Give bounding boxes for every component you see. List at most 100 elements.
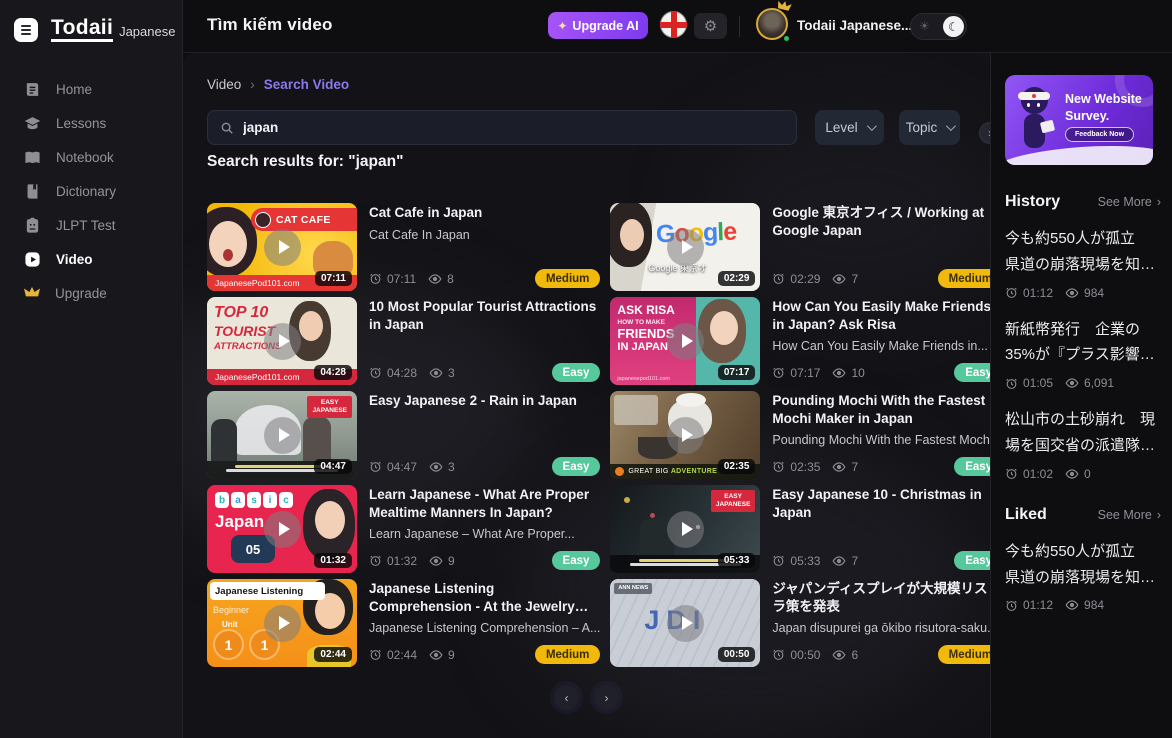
video-views: 9: [448, 554, 455, 568]
video-title[interactable]: How Can You Easily Make Friends in Japan…: [772, 298, 990, 333]
duration-badge: 05:33: [718, 553, 756, 568]
video-title[interactable]: Easy Japanese 10 - Christmas in Japan: [772, 486, 990, 521]
clock-icon: [1005, 467, 1018, 480]
play-button-icon[interactable]: [667, 323, 704, 360]
video-thumbnail[interactable]: EASYJAPANESE 04:47: [207, 391, 357, 479]
video-thumbnail[interactable]: TOP 10 TOURIST ATTRACTIONS JapanesePod10…: [207, 297, 357, 385]
duration-badge: 04:47: [314, 459, 352, 474]
language-flag-button[interactable]: [660, 11, 687, 38]
clock-icon: [1005, 377, 1018, 390]
video-thumbnail[interactable]: GREAT BIG ADVENTURE 02:35: [610, 391, 760, 479]
video-views: 9: [448, 648, 455, 662]
video-thumbnail[interactable]: ANN NEWS JDI 00:50: [610, 579, 760, 667]
thumbnail-text: Japan: [215, 512, 264, 532]
sidebar-item-upgrade[interactable]: Upgrade: [0, 276, 182, 310]
video-title[interactable]: Learn Japanese - What Are Proper Mealtim…: [369, 486, 600, 521]
search-input[interactable]: [243, 120, 784, 135]
play-button-icon[interactable]: [667, 229, 704, 266]
views-eye-icon: [429, 460, 443, 474]
video-card[interactable]: ASK RISA HOW TO MAKE FRIENDS IN JAPAN ja…: [610, 297, 990, 385]
chevron-down-icon: [867, 121, 877, 131]
video-title[interactable]: Pounding Mochi With the Fastest Mochi Ma…: [772, 392, 990, 427]
thumbnail-text: Japanese Listening: [210, 582, 325, 600]
video-card[interactable]: basic Japan 05 01:32 Learn Japanese - Wh…: [207, 485, 600, 573]
play-button-icon[interactable]: [667, 417, 704, 454]
video-views: 6: [851, 648, 858, 662]
sidebar-item-home[interactable]: Home: [0, 72, 182, 106]
video-thumbnail[interactable]: CAT CAFE JapanesePod101.com 07:11: [207, 203, 357, 291]
results-query: "japan": [348, 153, 403, 170]
video-card[interactable]: EASYJAPANESE 05:33 Easy Japanese 10 - Ch…: [610, 485, 990, 573]
video-duration: 05:33: [790, 554, 820, 568]
video-meta: 07:11 8 Medium: [369, 269, 600, 288]
settings-button[interactable]: ⚙: [694, 13, 727, 39]
prev-page-button[interactable]: ‹: [554, 685, 579, 710]
video-card[interactable]: ANN NEWS JDI 00:50 ジャパンディスプレイが大規模リストラ策を発…: [610, 579, 990, 667]
play-button-icon[interactable]: [264, 323, 301, 360]
video-title[interactable]: Google 東京オフィス / Working at Google Japan: [772, 204, 990, 239]
play-button-icon[interactable]: [667, 511, 704, 548]
history-item[interactable]: 新紙幣発行 企業の35%が『プラス影響』も、… 01:05 6,091: [1005, 317, 1161, 391]
liked-item[interactable]: 今も約550人が孤立 県道の崩落現場を知事が… 01:12 984: [1005, 539, 1161, 613]
video-thumbnail[interactable]: ASK RISA HOW TO MAKE FRIENDS IN JAPAN ja…: [610, 297, 760, 385]
next-page-button[interactable]: ›: [594, 685, 619, 710]
video-card[interactable]: TOP 10 TOURIST ATTRACTIONS JapanesePod10…: [207, 297, 600, 385]
feedback-now-button[interactable]: Feedback Now: [1065, 127, 1134, 142]
duration-badge: 02:29: [718, 271, 756, 286]
right-sidebar: New Website Survey. Feedback Now History…: [990, 53, 1172, 738]
video-views: 7: [851, 554, 858, 568]
sidebar-item-jlpt-test[interactable]: JLPT Test: [0, 208, 182, 242]
video-card[interactable]: Japanese Listening Beginner Unit 1 1 02:…: [207, 579, 600, 667]
level-filter-dropdown[interactable]: Level: [815, 110, 884, 145]
user-name[interactable]: Todaii Japanese...: [797, 18, 912, 33]
sidebar-item-dictionary[interactable]: Dictionary: [0, 174, 182, 208]
video-card[interactable]: Google Google 東京オ 02:29 Google 東京オフィス / …: [610, 203, 990, 291]
video-title[interactable]: Easy Japanese 2 - Rain in Japan: [369, 392, 600, 410]
level-filter-label: Level: [825, 120, 857, 135]
breadcrumb-search-video[interactable]: Search Video: [264, 77, 349, 92]
video-views: 10: [851, 366, 864, 380]
topic-filter-dropdown[interactable]: Topic: [899, 110, 960, 145]
clipboard-icon: [24, 217, 41, 234]
level-badge: Medium: [938, 269, 990, 288]
video-title[interactable]: ジャパンディスプレイが大規模リストラ策を発表: [772, 580, 990, 615]
user-avatar[interactable]: [756, 8, 790, 42]
upgrade-ai-button[interactable]: ✦ Upgrade AI: [548, 12, 648, 39]
collapse-panel-button[interactable]: ›: [979, 122, 990, 144]
history-item[interactable]: 松山市の土砂崩れ 現場を国交省の派遣隊が視… 01:02 0: [1005, 407, 1161, 481]
play-button-icon[interactable]: [264, 229, 301, 266]
history-item-title: 松山市の土砂崩れ 現場を国交省の派遣隊が視…: [1005, 407, 1161, 459]
video-thumbnail[interactable]: Japanese Listening Beginner Unit 1 1 02:…: [207, 579, 357, 667]
online-status-dot: [782, 34, 791, 43]
play-button-icon[interactable]: [667, 605, 704, 642]
chevron-down-icon: [946, 121, 956, 131]
video-thumbnail[interactable]: EASYJAPANESE 05:33: [610, 485, 760, 573]
video-title[interactable]: Japanese Listening Comprehension - At th…: [369, 580, 600, 615]
play-button-icon[interactable]: [264, 417, 301, 454]
sidebar-item-video[interactable]: Video: [0, 242, 182, 276]
breadcrumb-video[interactable]: Video: [207, 77, 241, 92]
search-box[interactable]: [207, 110, 797, 145]
liked-see-more-link[interactable]: See More›: [1093, 508, 1161, 522]
views-eye-icon: [1065, 598, 1079, 612]
sidebar-item-label: Lessons: [56, 116, 106, 131]
history-item[interactable]: 今も約550人が孤立 県道の崩落現場を知事が… 01:12 984: [1005, 226, 1161, 300]
video-meta: 04:28 3 Easy: [369, 363, 600, 382]
video-title[interactable]: Cat Cafe in Japan: [369, 204, 600, 222]
play-button-icon[interactable]: [264, 605, 301, 642]
menu-toggle-button[interactable]: [14, 18, 38, 42]
survey-banner[interactable]: New Website Survey. Feedback Now: [1005, 75, 1153, 165]
video-thumbnail[interactable]: Google Google 東京オ 02:29: [610, 203, 760, 291]
video-views: 3: [448, 366, 455, 380]
video-subtitle: Japan disupurei ga ōkibo risutora-saku..…: [772, 621, 990, 635]
theme-toggle[interactable]: ☀ ☾: [910, 13, 967, 40]
video-card[interactable]: GREAT BIG ADVENTURE 02:35 Pounding Mochi…: [610, 391, 990, 479]
video-title[interactable]: 10 Most Popular Tourist Attractions in J…: [369, 298, 600, 333]
video-card[interactable]: CAT CAFE JapanesePod101.com 07:11 Cat Ca…: [207, 203, 600, 291]
history-see-more-link[interactable]: See More›: [1093, 195, 1161, 209]
video-thumbnail[interactable]: basic Japan 05 01:32: [207, 485, 357, 573]
video-card[interactable]: EASYJAPANESE 04:47 Easy Japanese 2 - Rai…: [207, 391, 600, 479]
sidebar-item-notebook[interactable]: Notebook: [0, 140, 182, 174]
sidebar-item-lessons[interactable]: Lessons: [0, 106, 182, 140]
play-button-icon[interactable]: [264, 511, 301, 548]
